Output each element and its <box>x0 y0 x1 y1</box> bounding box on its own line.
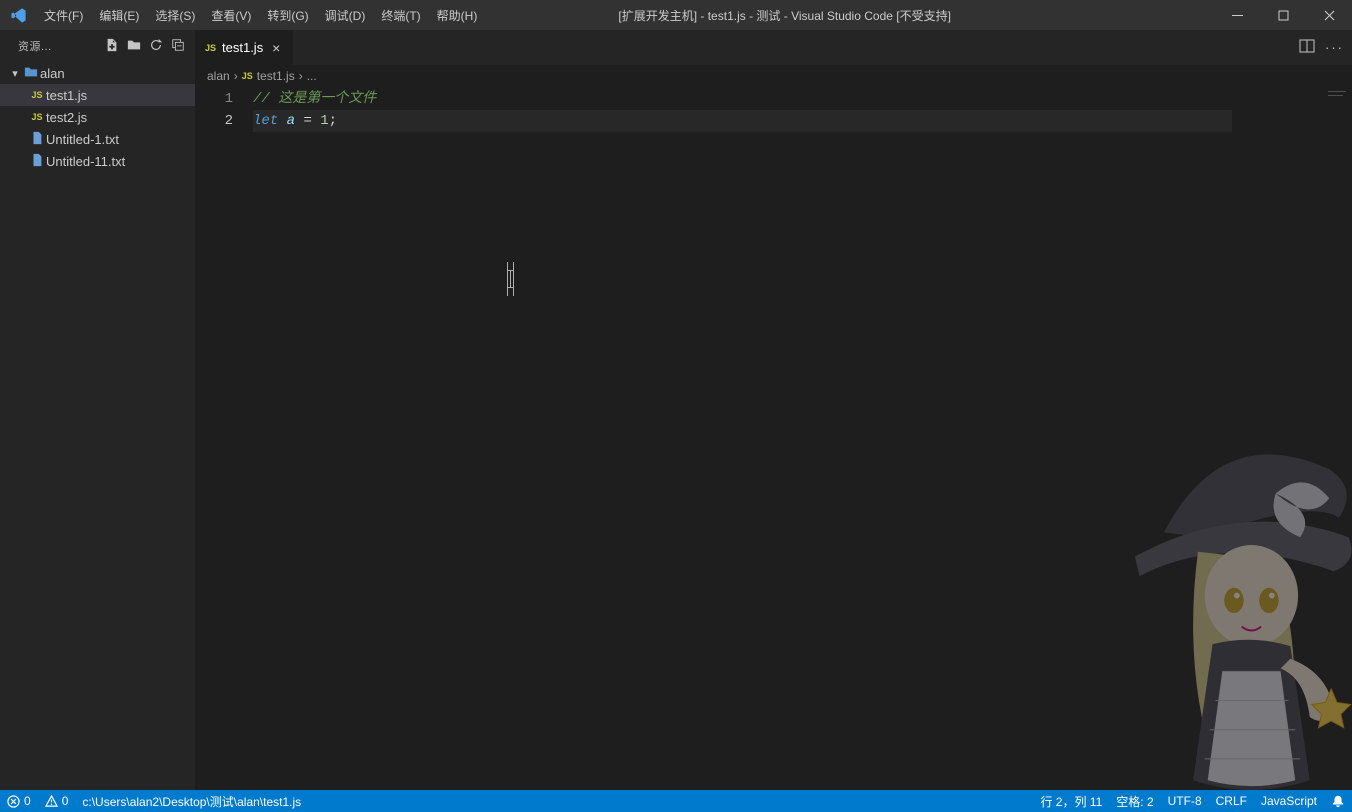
vscode-logo-icon <box>8 5 28 25</box>
more-actions-icon[interactable]: ··· <box>1325 40 1344 55</box>
file-name: test1.js <box>46 88 195 103</box>
minimize-button[interactable] <box>1214 0 1260 30</box>
menu-view[interactable]: 查看(V) <box>203 3 259 28</box>
new-folder-icon[interactable] <box>123 38 145 55</box>
chevron-right-icon: › <box>299 69 303 83</box>
explorer-header: 资源... <box>18 38 101 54</box>
menu-debug[interactable]: 调试(D) <box>317 3 374 28</box>
split-editor-icon[interactable] <box>1299 38 1315 57</box>
menu-term[interactable]: 终端(T) <box>373 3 428 28</box>
collapse-all-icon[interactable] <box>167 38 189 55</box>
menu-select[interactable]: 选择(S) <box>147 3 203 28</box>
tab-active[interactable]: JS test1.js × <box>195 30 294 65</box>
new-file-icon[interactable] <box>101 38 123 55</box>
tree-folder-root[interactable]: ▾ alan <box>0 62 195 84</box>
status-errors[interactable]: 0 <box>0 794 38 808</box>
breadcrumb-item[interactable]: test1.js <box>257 69 295 83</box>
breadcrumb-more[interactable]: ... <box>307 69 317 83</box>
tree-file[interactable]: JS test2.js <box>0 106 195 128</box>
js-icon: JS <box>242 71 253 81</box>
tree-file[interactable]: JS test1.js <box>0 84 195 106</box>
line-number: 1 <box>195 88 233 110</box>
code-editor[interactable]: 1 2 // 这是第一个文件 let a = 1; ▬▬▬▬▬▬ ▬▬▬▬▬ <box>195 87 1352 790</box>
menu-edit[interactable]: 编辑(E) <box>91 3 147 28</box>
js-icon: JS <box>28 112 46 122</box>
tree-file[interactable]: Untitled-11.txt <box>0 150 195 172</box>
refresh-icon[interactable] <box>145 38 167 55</box>
file-name: Untitled-11.txt <box>46 154 195 169</box>
menu-go[interactable]: 转到(G) <box>259 3 316 28</box>
status-warnings[interactable]: 0 <box>38 794 76 808</box>
status-encoding[interactable]: UTF-8 <box>1161 794 1209 808</box>
folder-icon <box>22 65 40 82</box>
maximize-button[interactable] <box>1260 0 1306 30</box>
window-title: [扩展开发主机] - test1.js - 测试 - Visual Studio… <box>485 7 1214 24</box>
menu-help[interactable]: 帮助(H) <box>429 3 486 28</box>
code-keyword: let <box>253 113 278 129</box>
code-number: 1 <box>320 113 328 129</box>
status-spaces[interactable]: 空格: 2 <box>1109 793 1160 810</box>
chevron-right-icon: › <box>234 69 238 83</box>
breadcrumb-item[interactable]: alan <box>207 69 230 83</box>
status-eol[interactable]: CRLF <box>1209 794 1254 808</box>
close-button[interactable] <box>1306 0 1352 30</box>
file-name: Untitled-1.txt <box>46 132 195 147</box>
tab-label: test1.js <box>222 40 263 55</box>
chevron-down-icon: ▾ <box>8 67 22 80</box>
file-icon <box>28 131 46 148</box>
line-number: 2 <box>195 110 233 132</box>
file-icon <box>28 153 46 170</box>
code-ident: a <box>287 113 295 129</box>
notifications-icon[interactable] <box>1324 794 1352 808</box>
js-icon: JS <box>205 43 216 53</box>
folder-name: alan <box>40 66 195 81</box>
js-icon: JS <box>28 90 46 100</box>
minimap[interactable]: ▬▬▬▬▬▬ ▬▬▬▬▬ <box>1242 87 1352 790</box>
code-operator: = <box>303 113 311 129</box>
status-path[interactable]: c:\Users\alan2\Desktop\测试\alan\test1.js <box>75 793 308 810</box>
close-icon[interactable]: × <box>269 40 283 56</box>
tree-file[interactable]: Untitled-1.txt <box>0 128 195 150</box>
menu-file[interactable]: 文件(F) <box>36 3 91 28</box>
code-punct: ; <box>329 113 337 129</box>
code-comment: // 这是第一个文件 <box>253 91 376 107</box>
status-lang[interactable]: JavaScript <box>1254 794 1324 808</box>
file-name: test2.js <box>46 110 195 125</box>
status-cursor[interactable]: 行 2，列 11 <box>1033 793 1109 810</box>
